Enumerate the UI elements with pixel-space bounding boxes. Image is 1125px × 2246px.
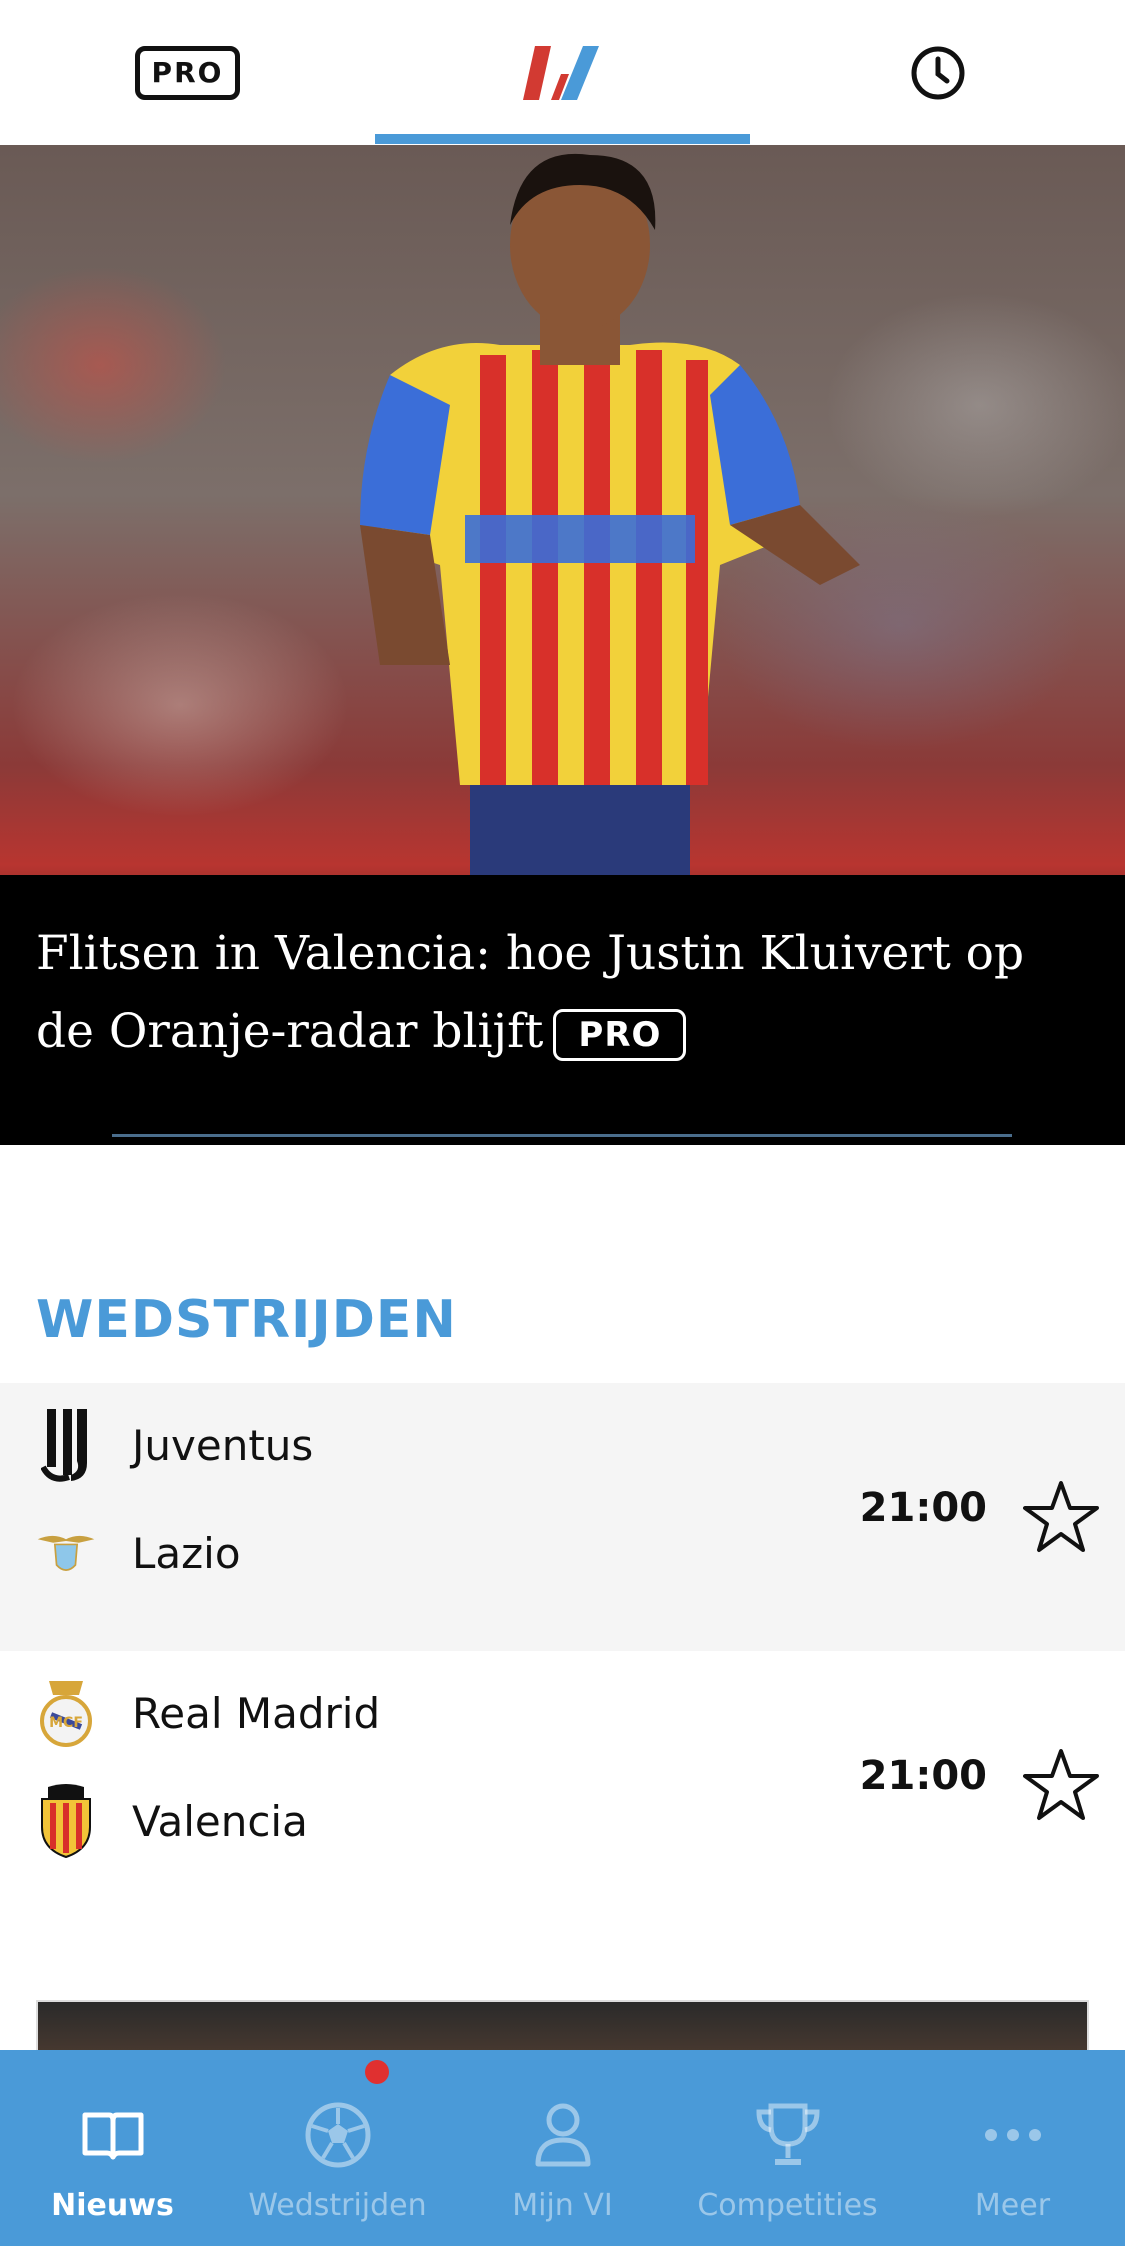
nav-label: Competities bbox=[697, 2188, 878, 2223]
tab-pro[interactable]: PRO bbox=[0, 0, 375, 145]
away-team: Lazio bbox=[0, 1503, 800, 1603]
nav-item-competities[interactable]: Competities bbox=[675, 2050, 900, 2246]
match-row[interactable]: Juventus Lazio 21:00 bbox=[0, 1383, 1125, 1651]
star-icon[interactable] bbox=[1023, 1747, 1099, 1823]
team-name: Lazio bbox=[132, 1528, 241, 1578]
more-dots-icon bbox=[973, 2100, 1053, 2170]
notification-dot bbox=[365, 2060, 389, 2084]
home-team: MCF Real Madrid bbox=[0, 1663, 800, 1763]
match-time: 21:00 bbox=[859, 1485, 987, 1531]
hero-title[interactable]: Flitsen in Valencia: hoe Justin Kluivert… bbox=[36, 915, 1089, 1071]
bottom-nav: Nieuws Wedstrijden Mijn VI Competities M… bbox=[0, 2050, 1125, 2246]
team-name: Juventus bbox=[132, 1420, 314, 1470]
lazio-logo-icon bbox=[36, 1515, 96, 1591]
tab-home[interactable] bbox=[375, 0, 750, 145]
match-row[interactable]: MCF Real Madrid Valencia 21:00 bbox=[0, 1651, 1125, 1919]
hero-article[interactable]: Flitsen in Valencia: hoe Justin Kluivert… bbox=[0, 145, 1125, 1145]
top-bar: PRO bbox=[0, 0, 1125, 145]
nav-item-nieuws[interactable]: Nieuws bbox=[0, 2050, 225, 2246]
player-photo bbox=[360, 153, 860, 885]
juventus-logo-icon bbox=[36, 1407, 96, 1483]
valencia-logo-icon bbox=[36, 1783, 96, 1859]
nav-label: Mijn VI bbox=[512, 2188, 613, 2223]
team-name: Valencia bbox=[132, 1796, 308, 1846]
hero-caption: Flitsen in Valencia: hoe Justin Kluivert… bbox=[0, 875, 1125, 1145]
away-team: Valencia bbox=[0, 1771, 800, 1871]
svg-text:MCF: MCF bbox=[49, 1715, 83, 1731]
clock-icon bbox=[911, 46, 964, 99]
pro-badge: PRO bbox=[134, 45, 241, 100]
hero-title-text: Flitsen in Valencia: hoe Justin Kluivert… bbox=[36, 926, 1025, 1059]
section-title: WEDSTRIJDEN bbox=[36, 1290, 457, 1350]
nav-item-meer[interactable]: Meer bbox=[900, 2050, 1125, 2246]
real-madrid-logo-icon: MCF bbox=[36, 1675, 96, 1751]
person-icon bbox=[523, 2100, 603, 2170]
pro-badge-inline: PRO bbox=[553, 1009, 687, 1061]
divider bbox=[112, 1134, 1012, 1137]
vi-logo-icon bbox=[522, 45, 599, 100]
nav-item-wedstrijden[interactable]: Wedstrijden bbox=[225, 2050, 450, 2246]
trophy-icon bbox=[748, 2100, 828, 2170]
nav-label: Meer bbox=[974, 2188, 1051, 2223]
match-time: 21:00 bbox=[859, 1753, 987, 1799]
tab-recent[interactable] bbox=[750, 0, 1125, 145]
nav-label: Nieuws bbox=[51, 2188, 174, 2223]
active-tab-indicator bbox=[375, 134, 750, 144]
team-name: Real Madrid bbox=[132, 1688, 381, 1738]
nav-item-mijn-vi[interactable]: Mijn VI bbox=[450, 2050, 675, 2246]
book-icon bbox=[73, 2100, 153, 2170]
home-team: Juventus bbox=[0, 1395, 800, 1495]
star-icon[interactable] bbox=[1023, 1479, 1099, 1555]
nav-label: Wedstrijden bbox=[248, 2188, 427, 2223]
soccer-ball-icon bbox=[298, 2100, 378, 2170]
